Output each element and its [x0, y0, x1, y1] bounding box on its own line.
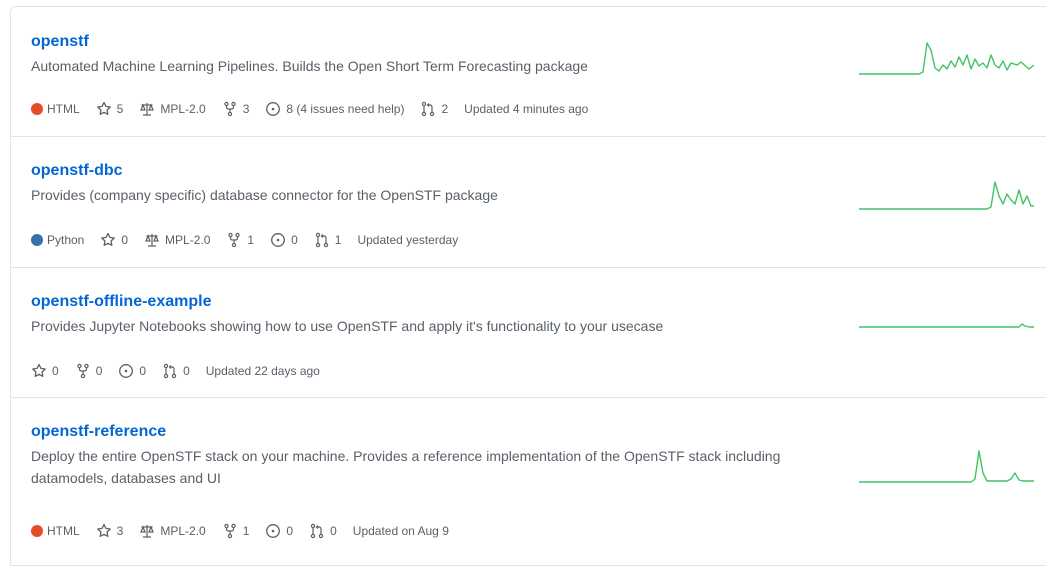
issue-icon [265, 101, 281, 117]
language: HTML [31, 524, 80, 538]
pulls-count: 2 [441, 102, 449, 116]
license-link[interactable]: MPL-2.0 [139, 523, 206, 539]
stars-count: 3 [116, 524, 124, 538]
pull-request-icon [162, 363, 178, 379]
repo-meta: HTML 3 MPL-2.0 1 0 0 Updated on Aug 9 [31, 521, 465, 541]
license-label: MPL-2.0 [160, 524, 206, 538]
repo-meta: Python 0 MPL-2.0 1 0 1 Updated yesterday [31, 230, 474, 250]
fork-icon [222, 101, 238, 117]
star-icon [31, 363, 47, 379]
activity-sparkline [859, 450, 1034, 483]
law-icon [139, 101, 155, 117]
repo-description: Provides (company specific) database con… [31, 187, 498, 203]
repo-name-link[interactable]: openstf-dbc [31, 162, 123, 180]
language-label: Python [47, 233, 85, 247]
license-label: MPL-2.0 [160, 102, 206, 116]
issues-count: 8 (4 issues need help) [286, 102, 405, 116]
forks-count: 1 [242, 524, 250, 538]
law-icon [139, 523, 155, 539]
language-label: HTML [47, 524, 80, 538]
pulls-count: 0 [330, 524, 337, 538]
star-icon [96, 523, 112, 539]
pulls-count: 0 [183, 364, 190, 378]
repo-name-link[interactable]: openstf [31, 33, 89, 51]
stars-link[interactable]: 3 [96, 523, 124, 539]
updated-time: Updated 4 minutes ago [464, 102, 589, 116]
issues-count: 0 [291, 233, 298, 247]
forks-link[interactable]: 0 [75, 363, 103, 379]
updated-time: Updated on Aug 9 [352, 524, 449, 538]
pulls-link[interactable]: 2 [420, 101, 448, 117]
updated-time: Updated yesterday [357, 233, 459, 247]
sparkline-path [859, 323, 1034, 328]
language-color-dot [31, 525, 43, 537]
issue-icon [118, 363, 134, 379]
issues-count: 0 [286, 524, 294, 538]
issues-link[interactable]: 0 [118, 363, 146, 379]
license-link[interactable]: MPL-2.0 [139, 101, 206, 117]
stars-link[interactable]: 0 [31, 363, 59, 379]
repo-meta: 0 0 0 0 Updated 22 days ago [31, 361, 336, 381]
forks-count: 0 [95, 364, 103, 378]
pulls-link[interactable]: 1 [314, 232, 342, 248]
issues-link[interactable]: 8 (4 issues need help) [265, 101, 404, 117]
repo-description: Deploy the entire OpenSTF stack on your … [31, 448, 781, 486]
repo-name-link[interactable]: openstf-reference [31, 423, 166, 441]
language: Python [31, 233, 84, 247]
language-label: HTML [47, 102, 80, 116]
forks-count: 3 [242, 102, 250, 116]
issue-icon [270, 232, 286, 248]
repo-item-openstf-reference: openstf-reference Deploy the entire Open… [11, 397, 1046, 567]
updated-time: Updated 22 days ago [205, 364, 320, 378]
language: HTML [31, 102, 80, 116]
repo-item-openstf: openstf Automated Machine Learning Pipel… [11, 7, 1046, 137]
repo-name-link[interactable]: openstf-offline-example [31, 293, 211, 311]
license-link[interactable]: MPL-2.0 [144, 232, 210, 248]
pulls-link[interactable]: 0 [309, 523, 337, 539]
sparkline-path [859, 42, 1034, 75]
repo-description: Automated Machine Learning Pipelines. Bu… [31, 58, 588, 74]
repo-item-openstf-offline-example: openstf-offline-example Provides Jupyter… [11, 267, 1046, 398]
language-color-dot [31, 234, 43, 246]
forks-count: 1 [247, 233, 255, 247]
stars-count: 0 [52, 364, 59, 378]
star-icon [96, 101, 112, 117]
language-color-dot [31, 103, 43, 115]
sparkline-path [859, 450, 1034, 483]
license-label: MPL-2.0 [165, 233, 211, 247]
pull-request-icon [314, 232, 330, 248]
fork-icon [222, 523, 238, 539]
pull-request-icon [420, 101, 436, 117]
pulls-count: 1 [334, 233, 342, 247]
repo-meta: HTML 5 MPL-2.0 3 8 (4 issues need help) … [31, 99, 604, 119]
activity-sparkline [859, 181, 1034, 210]
sparkline-path [859, 181, 1034, 210]
activity-sparkline [859, 42, 1034, 75]
forks-link[interactable]: 3 [222, 101, 250, 117]
forks-link[interactable]: 1 [226, 232, 254, 248]
stars-count: 5 [116, 102, 124, 116]
fork-icon [226, 232, 242, 248]
stars-link[interactable]: 0 [100, 232, 128, 248]
issue-icon [265, 523, 281, 539]
issues-link[interactable]: 0 [270, 232, 298, 248]
star-icon [100, 232, 116, 248]
repo-description: Provides Jupyter Notebooks showing how t… [31, 318, 664, 334]
issues-count: 0 [139, 364, 147, 378]
stars-link[interactable]: 5 [96, 101, 124, 117]
fork-icon [75, 363, 91, 379]
stars-count: 0 [121, 233, 129, 247]
pulls-link[interactable]: 0 [162, 363, 190, 379]
repository-list: openstf Automated Machine Learning Pipel… [10, 6, 1046, 566]
issues-link[interactable]: 0 [265, 523, 293, 539]
law-icon [144, 232, 160, 248]
activity-sparkline [859, 323, 1034, 328]
pull-request-icon [309, 523, 325, 539]
repo-item-openstf-dbc: openstf-dbc Provides (company specific) … [11, 136, 1046, 268]
forks-link[interactable]: 1 [222, 523, 250, 539]
